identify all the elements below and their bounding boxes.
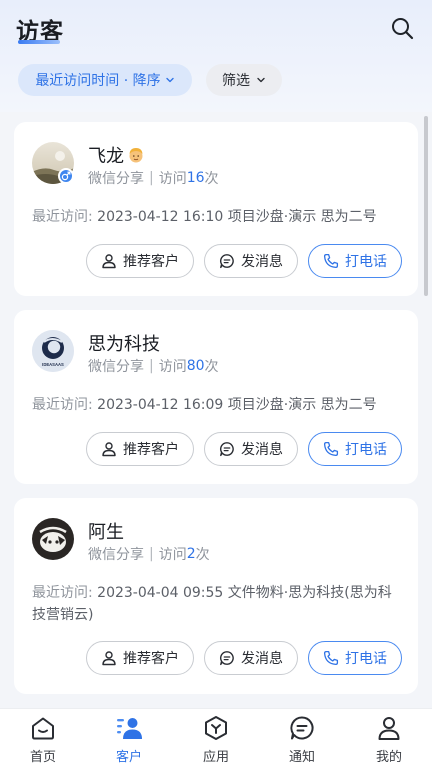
card-actions: 推荐客户 发消息 打电话 bbox=[86, 244, 402, 278]
bottom-tab-bar: 首页 客户 应用 通知 我的 bbox=[0, 708, 432, 768]
home-icon bbox=[32, 717, 54, 740]
visit-prefix: 访问 bbox=[158, 547, 187, 563]
user-icon bbox=[102, 442, 116, 457]
user-icon bbox=[102, 254, 116, 269]
last-visit: 最近访问: 2023-04-12 16:09 项目沙盘·演示 思为二号 bbox=[32, 394, 402, 416]
call-label: 打电话 bbox=[345, 651, 387, 667]
source-label: 微信分享 bbox=[88, 171, 144, 187]
message-label: 发消息 bbox=[241, 442, 283, 458]
visit-count: 16 bbox=[186, 170, 205, 186]
call-button[interactable]: 打电话 bbox=[308, 432, 402, 466]
sort-dropdown[interactable]: 最近访问时间 · 降序 bbox=[18, 64, 192, 96]
tab-customers[interactable]: 客户 bbox=[94, 713, 164, 767]
visit-count: 80 bbox=[186, 358, 205, 374]
visitor-list[interactable]: 飞龙 微信分享 | 访问 16 次 最近访问: 2023-04-12 16:10… bbox=[0, 112, 432, 708]
meta-divider: | bbox=[149, 358, 154, 374]
avatar-logo-text: IDEASAAS bbox=[42, 362, 64, 367]
send-message-button[interactable]: 发消息 bbox=[204, 244, 298, 278]
message-label: 发消息 bbox=[241, 254, 283, 270]
tab-apps[interactable]: 应用 bbox=[181, 713, 251, 767]
chat-icon bbox=[220, 651, 234, 666]
call-label: 打电话 bbox=[345, 254, 387, 270]
send-message-button[interactable]: 发消息 bbox=[204, 641, 298, 675]
recommend-customer-button[interactable]: 推荐客户 bbox=[86, 432, 194, 466]
visitor-name: 思为科技 bbox=[88, 334, 160, 355]
tab-label: 通知 bbox=[288, 750, 315, 765]
visitor-meta: 微信分享 | 访问 80 次 bbox=[88, 356, 219, 376]
notification-icon bbox=[290, 716, 314, 740]
visit-prefix: 访问 bbox=[158, 359, 187, 375]
visitor-meta: 微信分享 | 访问 2 次 bbox=[88, 544, 210, 564]
call-button[interactable]: 打电话 bbox=[308, 641, 402, 675]
last-visit-label: 最近访问: bbox=[32, 209, 93, 225]
message-label: 发消息 bbox=[241, 651, 283, 667]
visitor-name: 阿生 bbox=[88, 522, 124, 543]
apps-icon bbox=[205, 716, 227, 740]
visitor-name-row: 阿生 bbox=[88, 518, 124, 544]
visit-suffix: 次 bbox=[204, 359, 219, 375]
scrollbar[interactable] bbox=[424, 116, 428, 296]
person-emoji-icon bbox=[129, 148, 143, 163]
send-message-button[interactable]: 发消息 bbox=[204, 432, 298, 466]
tab-profile[interactable]: 我的 bbox=[354, 713, 424, 767]
user-icon bbox=[102, 651, 116, 666]
phone-icon bbox=[323, 441, 339, 457]
customers-icon bbox=[117, 718, 142, 739]
last-visit: 最近访问: 2023-04-04 09:55 文件物料·思为科技(思为科技营销云… bbox=[32, 582, 402, 626]
phone-icon bbox=[323, 253, 339, 269]
last-visit-text: 2023-04-12 16:09 项目沙盘·演示 思为二号 bbox=[97, 397, 377, 413]
chat-icon bbox=[220, 254, 234, 269]
card-actions: 推荐客户 发消息 打电话 bbox=[86, 641, 402, 675]
chevron-down-icon bbox=[257, 77, 265, 83]
visitor-card[interactable]: 飞龙 微信分享 | 访问 16 次 最近访问: 2023-04-12 16:10… bbox=[14, 122, 418, 296]
visit-suffix: 次 bbox=[204, 171, 219, 187]
visitor-name: 飞龙 bbox=[88, 146, 124, 167]
last-visit-text: 2023-04-12 16:10 项目沙盘·演示 思为二号 bbox=[97, 209, 377, 225]
card-actions: 推荐客户 发消息 打电话 bbox=[86, 432, 402, 466]
recommend-label: 推荐客户 bbox=[123, 254, 179, 270]
visit-prefix: 访问 bbox=[158, 171, 187, 187]
visitor-name-row: 思为科技 bbox=[88, 330, 160, 356]
visitor-meta: 微信分享 | 访问 16 次 bbox=[88, 168, 219, 188]
tab-label: 应用 bbox=[202, 750, 229, 765]
last-visit-label: 最近访问: bbox=[32, 397, 93, 413]
meta-divider: | bbox=[149, 546, 154, 562]
visitor-card[interactable]: IDEASAAS 思为科技 微信分享 | 访问 80 次 最近访问: 2023-… bbox=[14, 310, 418, 484]
filter-label: 筛选 bbox=[222, 73, 250, 89]
search-button[interactable] bbox=[388, 14, 416, 42]
call-button[interactable]: 打电话 bbox=[308, 244, 402, 278]
search-icon bbox=[392, 18, 414, 40]
tab-label: 我的 bbox=[375, 750, 402, 765]
tab-home[interactable]: 首页 bbox=[8, 713, 78, 767]
call-label: 打电话 bbox=[345, 442, 387, 458]
recommend-label: 推荐客户 bbox=[123, 651, 179, 667]
source-label: 微信分享 bbox=[88, 359, 144, 375]
sort-label: 最近访问时间 · 降序 bbox=[35, 73, 161, 89]
last-visit: 最近访问: 2023-04-12 16:10 项目沙盘·演示 思为二号 bbox=[32, 206, 402, 228]
chevron-down-icon bbox=[165, 77, 174, 83]
last-visit-label: 最近访问: bbox=[32, 585, 93, 601]
visitor-card[interactable]: 阿生 微信分享 | 访问 2 次 最近访问: 2023-04-04 09:55 … bbox=[14, 498, 418, 694]
chat-icon bbox=[220, 442, 234, 457]
meta-divider: | bbox=[149, 170, 154, 186]
filter-dropdown[interactable]: 筛选 bbox=[206, 64, 282, 96]
phone-icon bbox=[323, 650, 339, 666]
visit-suffix: 次 bbox=[195, 547, 210, 563]
avatar[interactable]: IDEASAAS bbox=[32, 330, 74, 372]
profile-icon bbox=[378, 717, 400, 740]
tab-label: 首页 bbox=[29, 750, 56, 765]
page-header: 访客 最近访问时间 · 降序 筛选 bbox=[0, 0, 432, 112]
recommend-customer-button[interactable]: 推荐客户 bbox=[86, 244, 194, 278]
tab-notifications[interactable]: 通知 bbox=[267, 713, 337, 767]
recommend-customer-button[interactable]: 推荐客户 bbox=[86, 641, 194, 675]
visit-count: 2 bbox=[186, 546, 196, 562]
male-icon bbox=[58, 168, 74, 184]
source-label: 微信分享 bbox=[88, 547, 144, 563]
tab-label: 客户 bbox=[115, 750, 142, 765]
title-underline bbox=[18, 40, 60, 44]
recommend-label: 推荐客户 bbox=[123, 442, 179, 458]
avatar[interactable] bbox=[32, 518, 74, 560]
visitor-name-row: 飞龙 bbox=[88, 142, 145, 168]
